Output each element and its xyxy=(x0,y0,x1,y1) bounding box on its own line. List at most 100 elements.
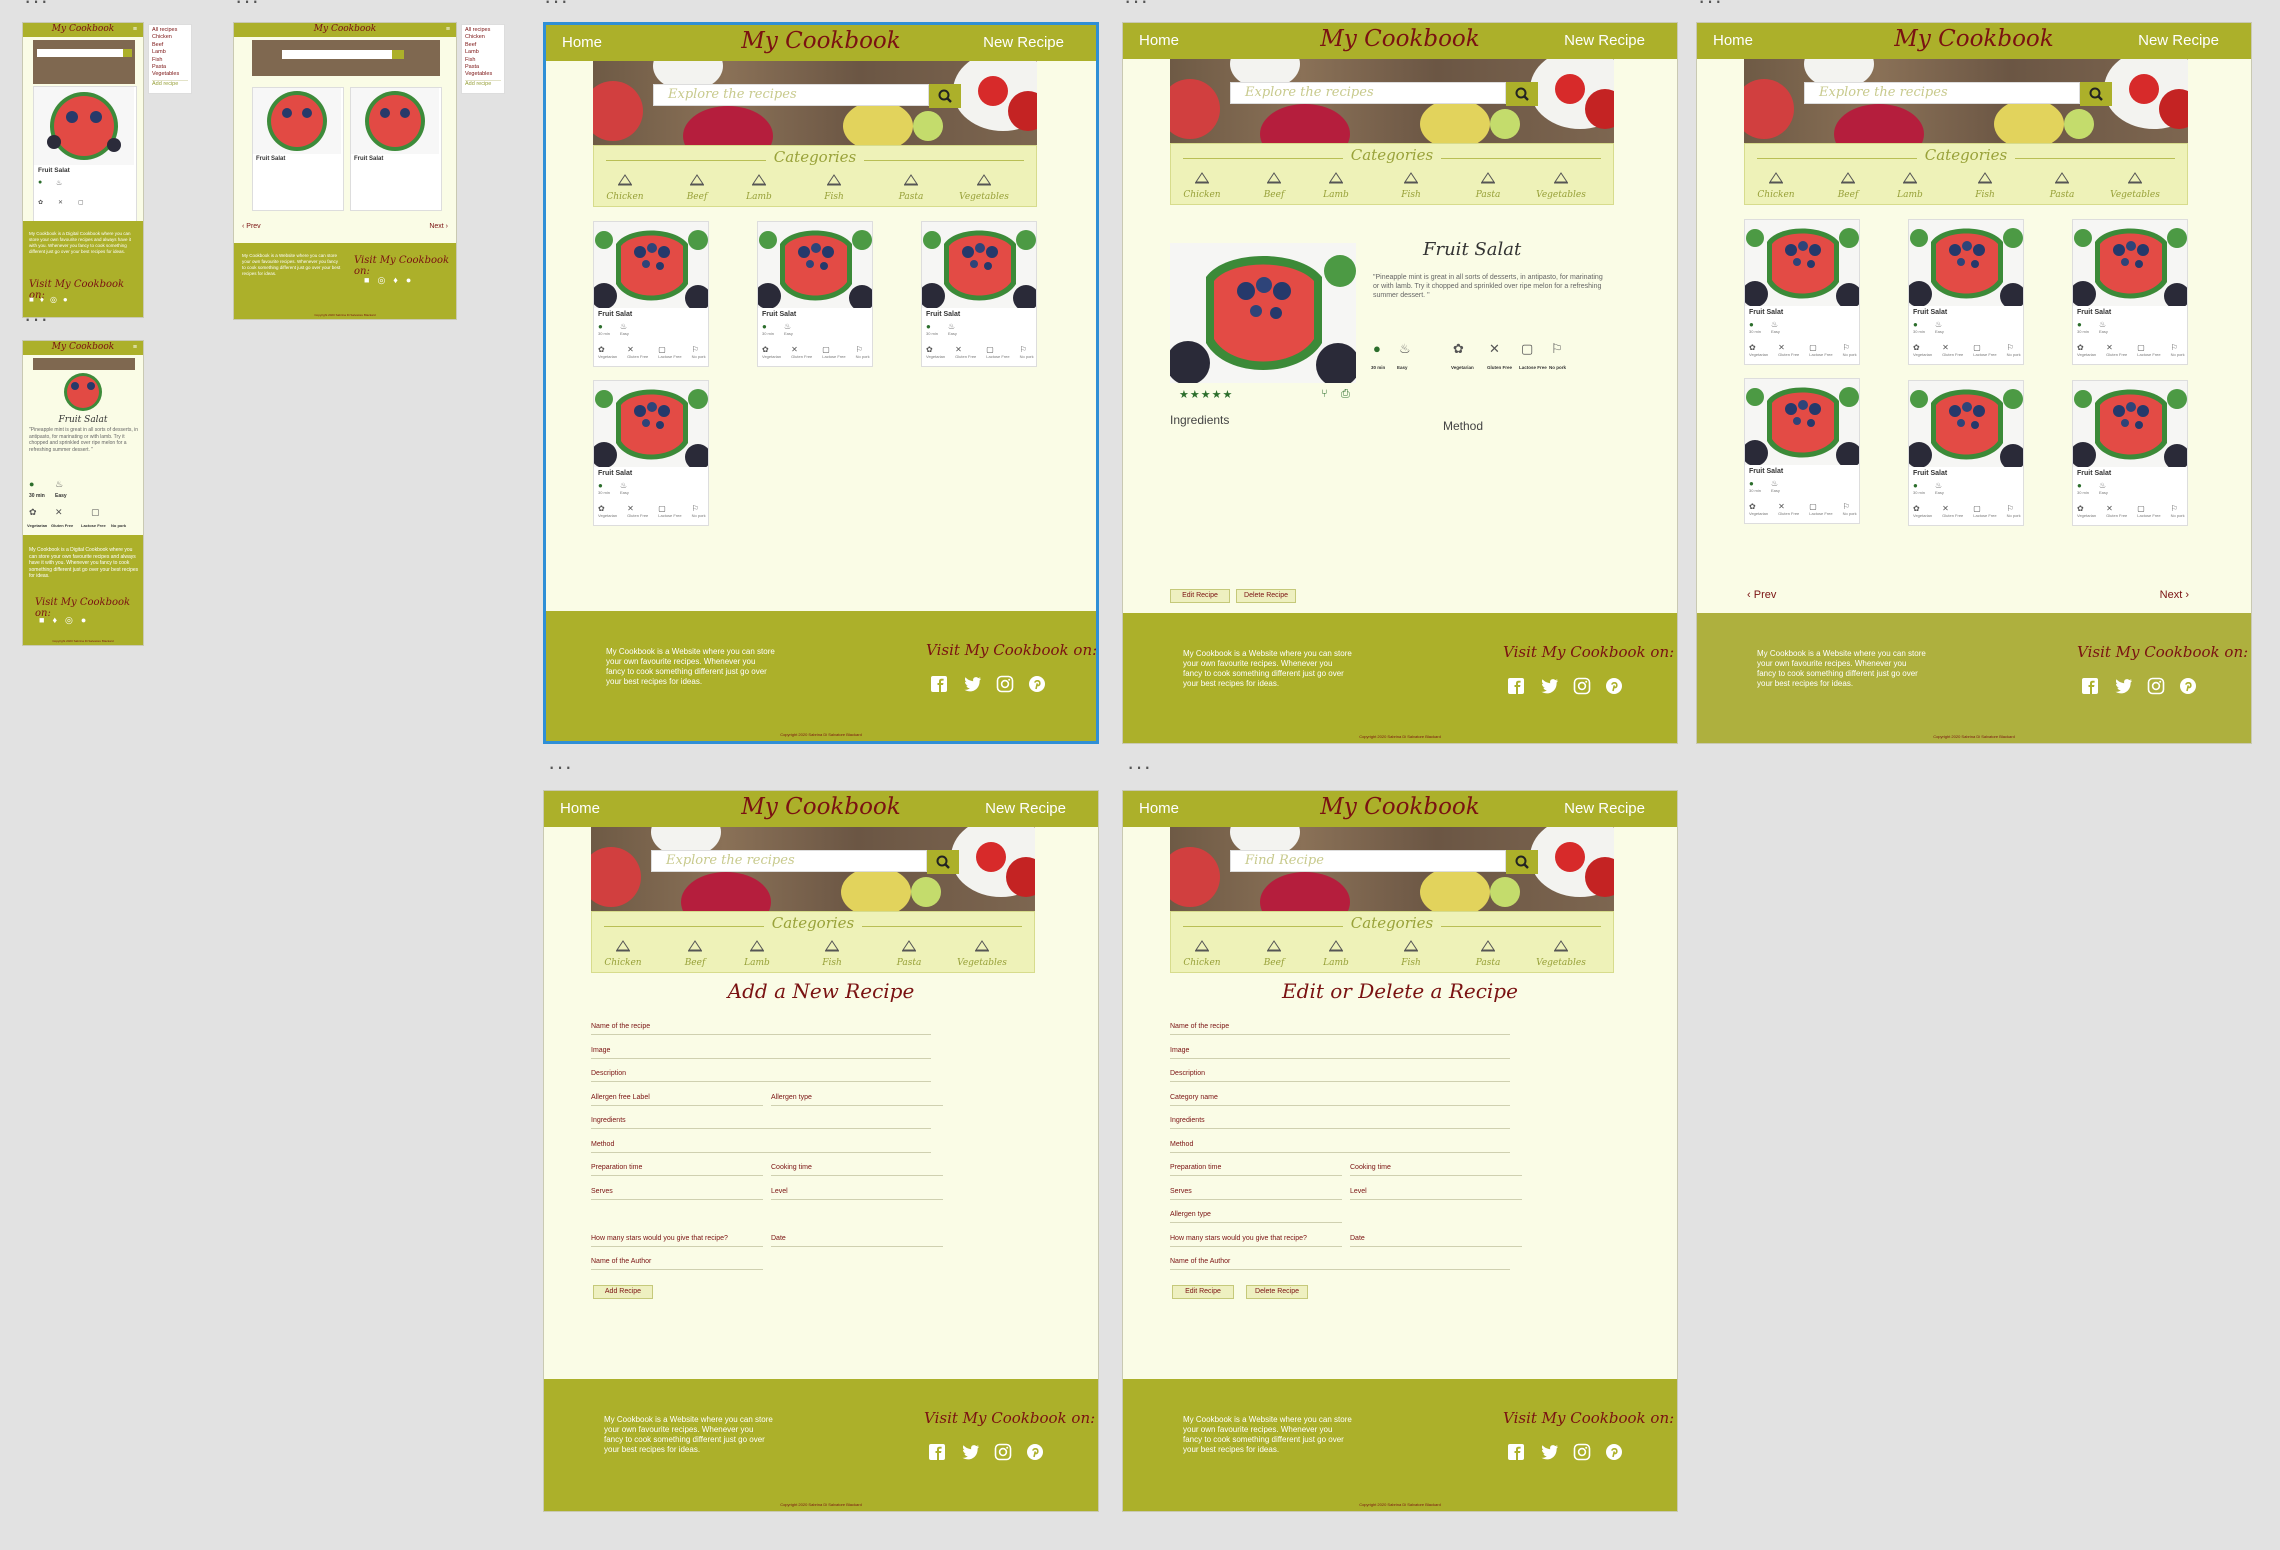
category-chicken[interactable]: Chicken xyxy=(600,172,650,202)
field-date[interactable]: Date xyxy=(771,1235,943,1247)
twitter-icon[interactable] xyxy=(1539,1443,1559,1461)
field-image[interactable]: Image xyxy=(591,1047,931,1059)
field-level[interactable]: Level xyxy=(771,1188,943,1200)
twitter-icon[interactable]: ♦ xyxy=(40,295,44,304)
pinterest-icon[interactable]: ● xyxy=(406,275,411,286)
search-input[interactable]: Explore the recipes xyxy=(653,84,929,106)
category-pasta[interactable]: Pasta xyxy=(2037,170,2087,200)
artboard-menu-icon[interactable]: ··· xyxy=(544,0,569,12)
category-vegetables[interactable]: Vegetables xyxy=(1536,938,1586,968)
facebook-icon[interactable] xyxy=(928,1443,946,1461)
category-chicken[interactable]: Chicken xyxy=(598,938,648,968)
field-author[interactable]: Name of the Author xyxy=(591,1258,763,1270)
dropdown-add-recipe[interactable]: Add recipe xyxy=(152,79,188,88)
category-lamb[interactable]: Lamb xyxy=(734,172,784,202)
nav-new-recipe-link[interactable]: New Recipe xyxy=(1564,800,1645,817)
twitter-icon[interactable] xyxy=(1539,677,1559,695)
menu-icon[interactable]: ≡ xyxy=(446,26,450,33)
dropdown-item[interactable]: Vegetables xyxy=(152,71,188,78)
search-icon[interactable] xyxy=(123,49,132,57)
pinterest-icon[interactable] xyxy=(1028,675,1046,693)
category-fish[interactable]: Fish xyxy=(809,172,859,202)
prev-link[interactable]: ‹ Prev xyxy=(1747,589,1776,601)
field-image[interactable]: Image xyxy=(1170,1047,1510,1059)
search-button[interactable] xyxy=(1506,850,1538,874)
field-date[interactable]: Date xyxy=(1350,1235,1522,1247)
instagram-icon[interactable] xyxy=(1573,1443,1591,1461)
search-input[interactable] xyxy=(282,50,392,59)
recipe-card[interactable]: Fruit Salat ● 30 min ♨ Easy ✿ Vegetarian ✕ G… xyxy=(2072,219,2188,365)
instagram-icon[interactable] xyxy=(994,1443,1012,1461)
category-beef[interactable]: Beef xyxy=(672,172,722,202)
field-prep[interactable]: Preparation time xyxy=(591,1164,763,1176)
artboard-menu-icon[interactable]: ··· xyxy=(24,0,49,12)
recipe-card[interactable]: Fruit Salat xyxy=(350,87,442,211)
pinterest-icon[interactable]: ● xyxy=(81,615,86,626)
search-button[interactable] xyxy=(929,84,961,108)
twitter-icon[interactable]: ♦ xyxy=(52,615,57,626)
category-chicken[interactable]: Chicken xyxy=(1751,170,1801,200)
dropdown-item[interactable]: Vegetables xyxy=(465,71,501,78)
dropdown-item[interactable]: Lamb xyxy=(152,49,188,56)
category-vegetables[interactable]: Vegetables xyxy=(1536,170,1586,200)
field-ingredients[interactable]: Ingredients xyxy=(1170,1117,1510,1129)
pinterest-icon[interactable] xyxy=(1605,677,1623,695)
field-description[interactable]: Description xyxy=(591,1070,931,1082)
dropdown-item[interactable]: Fish xyxy=(152,57,188,64)
field-method[interactable]: Method xyxy=(591,1141,931,1153)
search-input[interactable]: Explore the recipes xyxy=(1230,82,1506,104)
category-lamb[interactable]: Lamb xyxy=(1311,938,1361,968)
recipe-card[interactable]: Fruit Salat ● 30 min ♨ Easy ✿ Vegetarian ✕ G… xyxy=(921,221,1037,367)
facebook-icon[interactable] xyxy=(2081,677,2099,695)
recipe-card[interactable]: Fruit Salat ● 30 min ♨ Easy ✿ Vegetarian ✕ G… xyxy=(593,221,709,367)
search-button[interactable] xyxy=(927,850,959,874)
facebook-icon[interactable]: ■ xyxy=(39,615,44,626)
dropdown-item[interactable]: Chicken xyxy=(152,34,188,41)
category-lamb[interactable]: Lamb xyxy=(1311,170,1361,200)
artboard-menu-icon[interactable]: ··· xyxy=(548,756,573,778)
print-icon[interactable]: ⎙ xyxy=(1341,388,1350,401)
recipe-card[interactable]: Fruit Salat ● 30 min ♨ Easy ✿ Vegetarian ✕ G… xyxy=(593,380,709,526)
field-serves[interactable]: Serves xyxy=(591,1188,763,1200)
search-input[interactable]: Explore the recipes xyxy=(1804,82,2080,104)
dropdown-item[interactable]: All recipes xyxy=(465,27,501,34)
field-serves[interactable]: Serves xyxy=(1170,1188,1342,1200)
search-icon[interactable] xyxy=(392,50,404,59)
field-author[interactable]: Name of the Author xyxy=(1170,1258,1510,1270)
category-beef[interactable]: Beef xyxy=(1249,938,1299,968)
dropdown-item[interactable]: Pasta xyxy=(465,64,501,71)
recipe-card[interactable]: Fruit Salat ● 30 min ♨ Easy ✿ Vegetarian ✕ G… xyxy=(2072,380,2188,526)
menu-icon[interactable]: ≡ xyxy=(133,26,137,33)
search-input[interactable] xyxy=(37,49,125,57)
pinterest-icon[interactable]: ● xyxy=(63,295,68,304)
field-cook[interactable]: Cooking time xyxy=(771,1164,943,1176)
dropdown-item[interactable]: All recipes xyxy=(152,27,188,34)
field-category[interactable]: Category name xyxy=(1170,1094,1510,1106)
twitter-icon[interactable]: ♦ xyxy=(393,275,398,286)
facebook-icon[interactable] xyxy=(930,675,948,693)
category-beef[interactable]: Beef xyxy=(1823,170,1873,200)
instagram-icon[interactable] xyxy=(996,675,1014,693)
edit-recipe-button[interactable]: Edit Recipe xyxy=(1172,1285,1234,1299)
field-name[interactable]: Name of the recipe xyxy=(591,1023,931,1035)
share-icon[interactable]: ⑂ xyxy=(1321,388,1328,400)
category-vegetables[interactable]: Vegetables xyxy=(2110,170,2160,200)
field-description[interactable]: Description xyxy=(1170,1070,1510,1082)
field-allergen-type[interactable]: Allergen type xyxy=(1170,1211,1342,1223)
recipe-card[interactable]: Fruit Salat ● 30 min ♨ Easy ✿ Vegetarian ✕ G… xyxy=(1908,380,2024,526)
twitter-icon[interactable] xyxy=(2113,677,2133,695)
dropdown-item[interactable]: Fish xyxy=(465,57,501,64)
dropdown-add-recipe[interactable]: Add recipe xyxy=(465,79,501,88)
search-input[interactable]: Explore the recipes xyxy=(651,850,927,872)
category-chicken[interactable]: Chicken xyxy=(1177,170,1227,200)
pinterest-icon[interactable] xyxy=(2179,677,2197,695)
field-prep[interactable]: Preparation time xyxy=(1170,1164,1342,1176)
rating-stars[interactable]: ★★★★★ xyxy=(1179,388,1233,401)
category-vegetables[interactable]: Vegetables xyxy=(957,938,1007,968)
edit-recipe-button[interactable]: Edit Recipe xyxy=(1170,589,1230,603)
dropdown-item[interactable]: Beef xyxy=(152,42,188,49)
nav-new-recipe-link[interactable]: New Recipe xyxy=(983,34,1064,51)
category-fish[interactable]: Fish xyxy=(1960,170,2010,200)
artboard-menu-icon[interactable]: ··· xyxy=(235,0,260,12)
field-allergen-free[interactable]: Allergen free Label xyxy=(591,1094,763,1106)
